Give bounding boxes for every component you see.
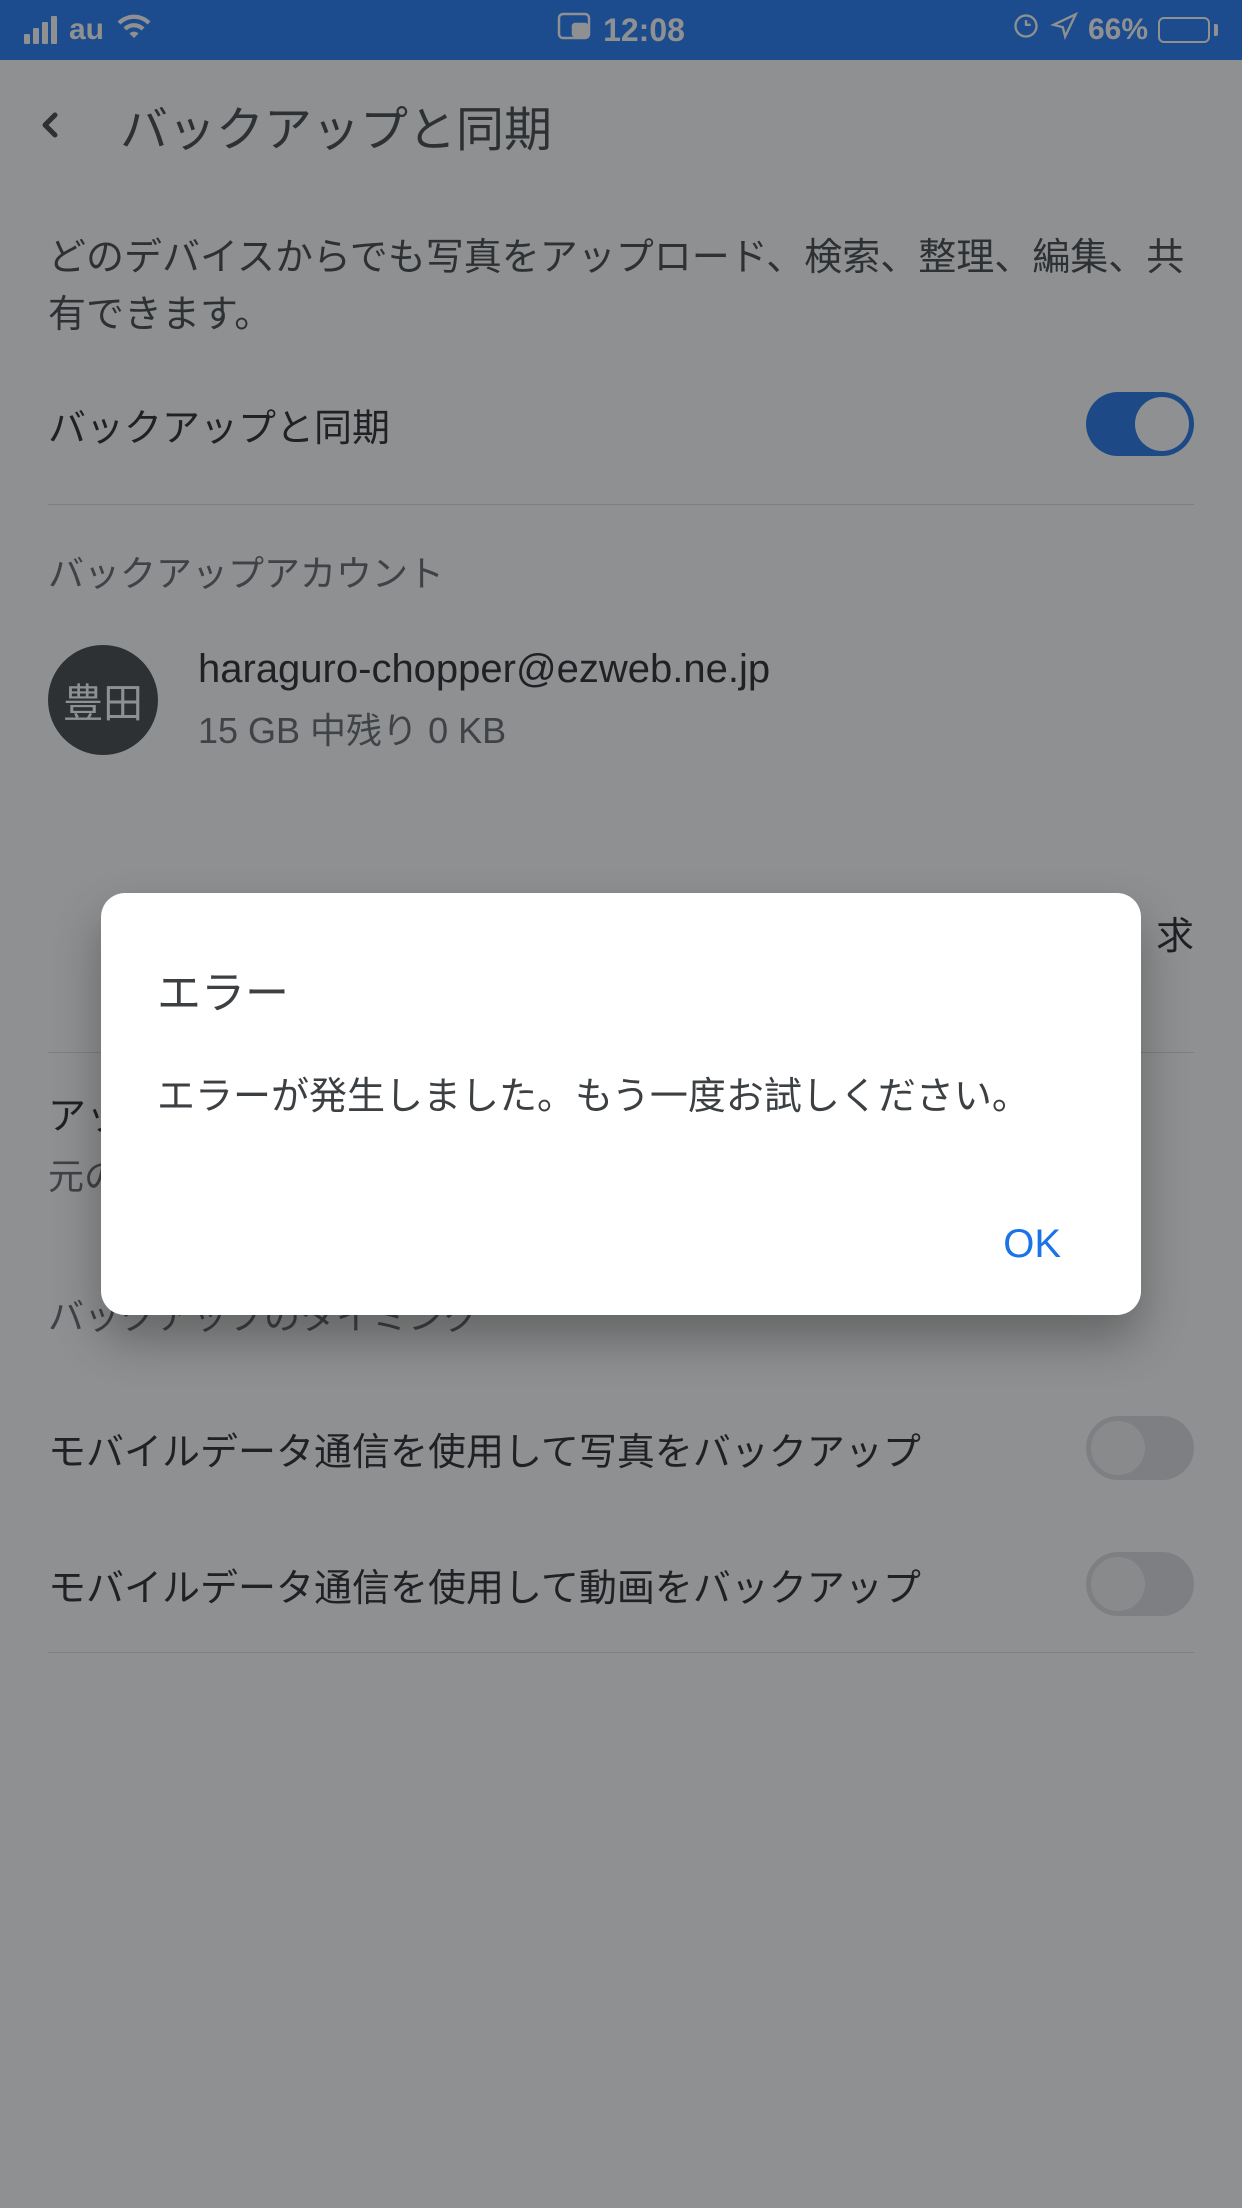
dialog-title: エラー — [157, 957, 1085, 1021]
dialog-actions: OK — [157, 1206, 1085, 1283]
modal-overlay: エラー エラーが発生しました。もう一度お試しください。 OK — [0, 0, 1242, 2208]
error-dialog: エラー エラーが発生しました。もう一度お試しください。 OK — [101, 893, 1141, 1315]
dialog-message: エラーが発生しました。もう一度お試しください。 — [157, 1069, 1085, 1126]
ok-button[interactable]: OK — [979, 1206, 1085, 1283]
